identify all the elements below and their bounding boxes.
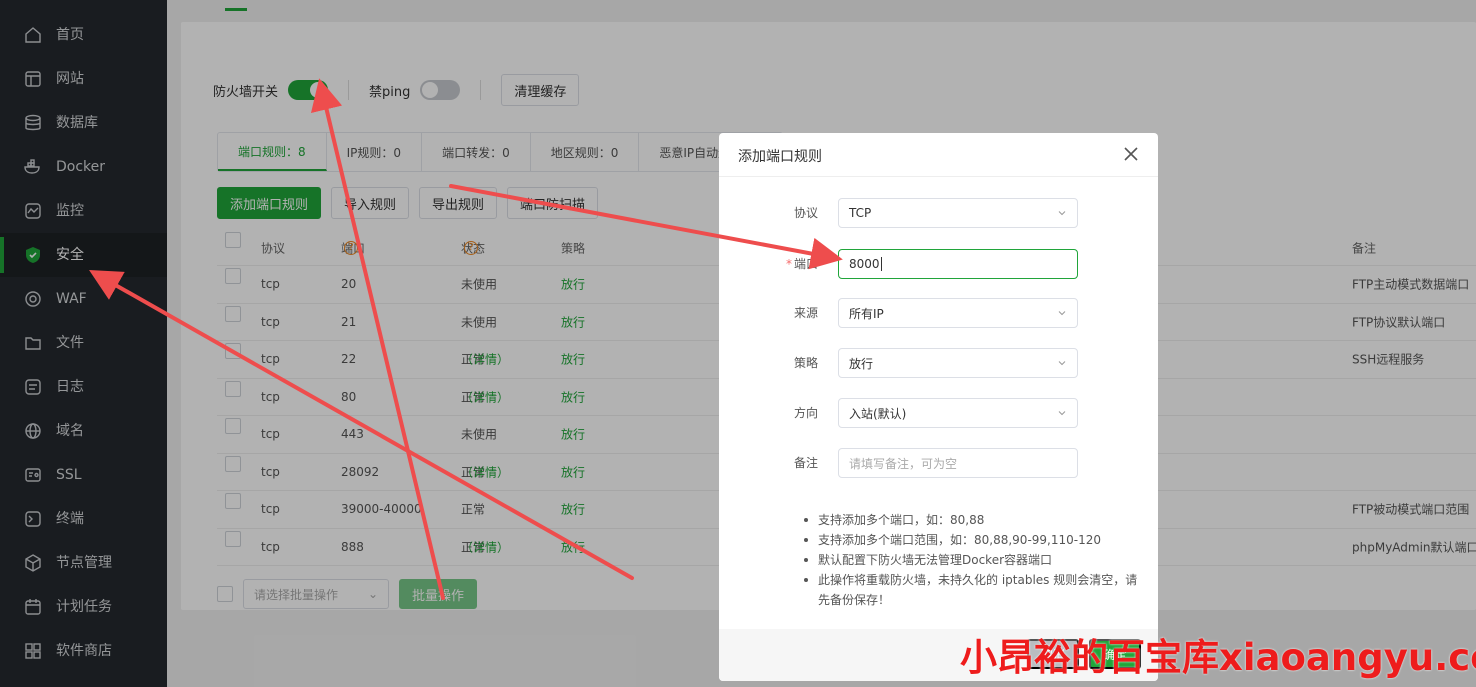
chevron-down-icon: [1058, 211, 1066, 216]
field-port: * 端口 8000: [719, 249, 1158, 279]
chevron-down-icon: [1058, 311, 1066, 316]
source-select[interactable]: 所有IP: [838, 298, 1078, 328]
direction-label: 方向: [793, 406, 818, 420]
dialog-header: 添加端口规则: [719, 133, 1158, 177]
direction-value: 入站(默认): [849, 406, 907, 421]
tip-item: 此操作将重载防火墙，未持久化的 iptables 规则会清空，请先备份保存！: [801, 570, 1141, 610]
source-value: 所有IP: [849, 306, 884, 321]
tip-item: 默认配置下防火墙无法管理Docker容器端口: [801, 550, 1141, 570]
policy-select[interactable]: 放行: [838, 348, 1078, 378]
field-protocol: 协议 TCP: [719, 198, 1158, 228]
note-label: 备注: [793, 456, 818, 470]
policy-label: 策略: [793, 356, 818, 370]
note-placeholder: 请填写备注，可为空: [849, 456, 958, 471]
tip-item: 支持添加多个端口范围，如：80,88,90-99,110-120: [801, 530, 1141, 550]
port-label-text: 端口: [793, 257, 818, 271]
field-direction: 方向 入站(默认): [719, 398, 1158, 428]
chevron-down-icon: [1058, 411, 1066, 416]
protocol-label: 协议: [793, 206, 818, 220]
add-port-rule-dialog: 添加端口规则 协议 TCP * 端口 8000 来源 所有IP 策略 放行 方向 …: [719, 133, 1158, 681]
field-source: 来源 所有IP: [719, 298, 1158, 328]
note-input[interactable]: 请填写备注，可为空: [838, 448, 1078, 478]
text-caret: [880, 257, 882, 271]
policy-value: 放行: [849, 356, 874, 371]
protocol-value: TCP: [849, 206, 872, 220]
watermark: 小昂裕的百宝库xiaoangyu.cc: [960, 636, 1476, 679]
required-mark: *: [785, 257, 792, 271]
port-label: * 端口: [786, 255, 818, 272]
field-note: 备注 请填写备注，可为空: [719, 448, 1158, 478]
port-input[interactable]: 8000: [838, 249, 1078, 279]
tips-list: 支持添加多个端口，如：80,88 支持添加多个端口范围，如：80,88,90-9…: [801, 510, 1141, 610]
close-icon[interactable]: [1122, 145, 1140, 163]
source-label: 来源: [793, 306, 818, 320]
port-value: 8000: [849, 257, 880, 271]
direction-select[interactable]: 入站(默认): [838, 398, 1078, 428]
protocol-select[interactable]: TCP: [838, 198, 1078, 228]
dialog-title: 添加端口规则: [738, 149, 822, 165]
field-policy: 策略 放行: [719, 348, 1158, 378]
chevron-down-icon: [1058, 361, 1066, 366]
tip-item: 支持添加多个端口，如：80,88: [801, 510, 1141, 530]
